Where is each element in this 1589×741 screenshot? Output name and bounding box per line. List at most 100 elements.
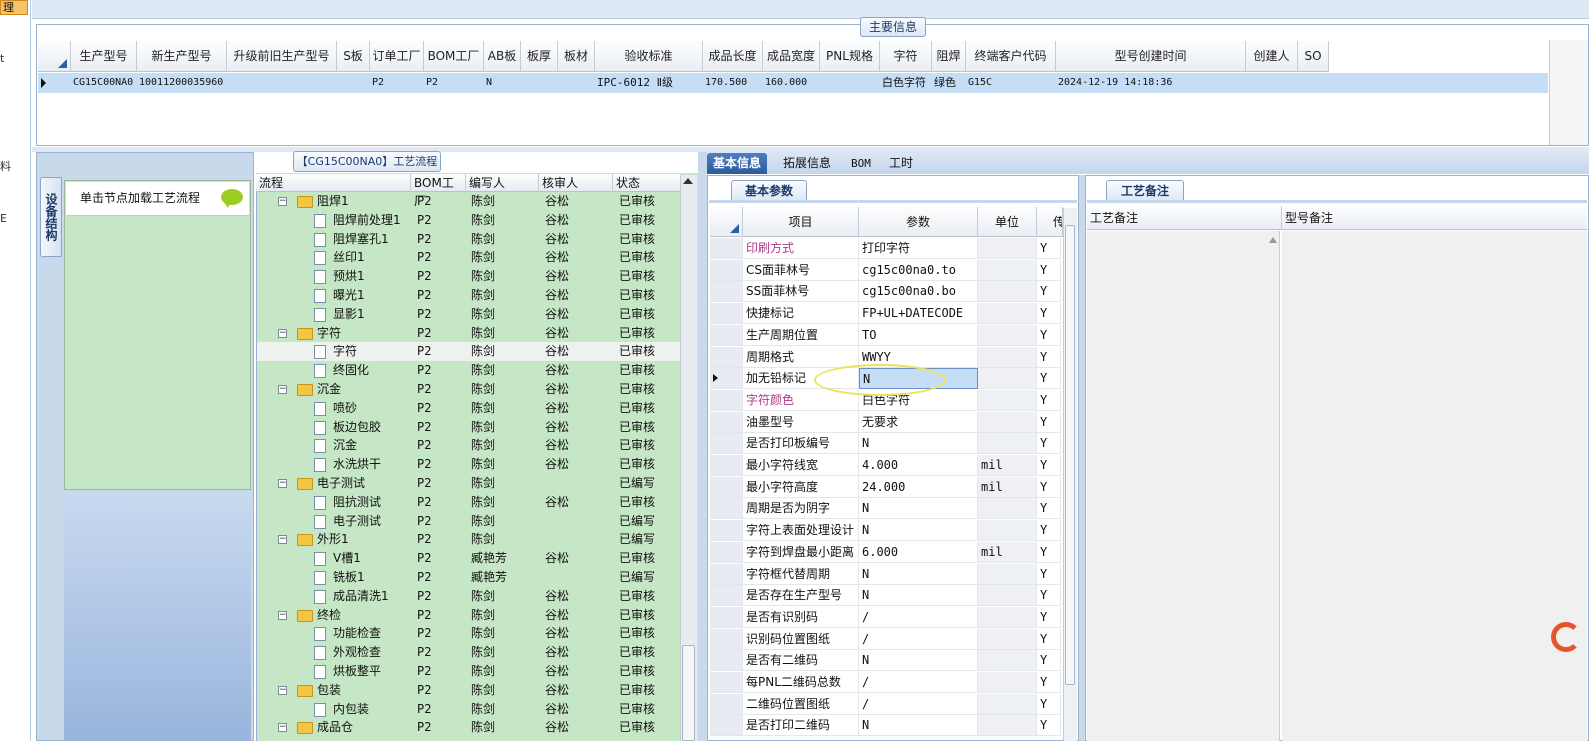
param-row[interactable]: 字符上表面处理设计 N Y (710, 520, 1061, 542)
main-cell-14[interactable]: 绿色 (932, 73, 966, 93)
param-row[interactable]: 识别码位置图纸 / Y (710, 628, 1061, 650)
tree-row[interactable]: 阻焊塞孔1 P2 陈剑 谷松 已审核 (257, 230, 680, 249)
main-cell-15[interactable]: G15C (966, 73, 1056, 93)
collapse-toggle-icon[interactable]: − (278, 685, 287, 695)
param-value[interactable]: N (859, 715, 978, 737)
param-value[interactable]: N (859, 563, 978, 585)
main-col-17[interactable]: 创建人 (1246, 41, 1298, 72)
main-col-6[interactable]: AB板 (484, 41, 521, 72)
collapse-toggle-icon[interactable]: − (278, 535, 287, 545)
main-cell-0[interactable]: CG15C00NA0 (71, 73, 137, 93)
main-col-3[interactable]: S板 (337, 41, 370, 72)
tree-row[interactable]: 字符 P2 陈剑 谷松 已审核 (257, 342, 680, 362)
tab-work-hours[interactable]: 工时 (883, 153, 919, 174)
left-nav-char-1[interactable]: t (0, 52, 4, 65)
tab-basic-info[interactable]: 基本信息 (707, 153, 768, 174)
main-cell-8[interactable] (558, 73, 595, 93)
param-value[interactable]: 4.000 (859, 455, 978, 476)
param-value[interactable]: 无要求 (859, 411, 978, 433)
param-row[interactable]: 是否打印二维码 N Y (710, 715, 1061, 737)
params-scroll-thumb[interactable] (1065, 225, 1075, 685)
param-row[interactable]: 快捷标记 FP+UL+DATECODE Y (710, 303, 1061, 325)
param-row[interactable]: 每PNL二维码总数 / Y (710, 672, 1061, 693)
scroll-up-icon[interactable] (683, 178, 693, 184)
param-row[interactable]: 最小字符高度 24.000 mil Y (710, 476, 1061, 498)
main-cell-13[interactable]: 白色字符 (880, 73, 932, 93)
tree-row[interactable]: 终固化 P2 陈剑 谷松 已审核 (257, 361, 680, 380)
main-col-8[interactable]: 板材 (558, 41, 595, 72)
param-row[interactable]: 周期是否为阴字 N Y (710, 498, 1061, 520)
tree-row[interactable]: 丝印1 P2 陈剑 谷松 已审核 (257, 248, 680, 267)
param-value[interactable]: 24.000 (859, 476, 978, 498)
tree-row[interactable]: 外观检查 P2 陈剑 谷松 已审核 (257, 643, 680, 662)
param-value[interactable]: TO (859, 324, 978, 346)
param-value[interactable]: 6.000 (859, 541, 978, 563)
tree-col-bom[interactable]: BOM工厂 (411, 174, 466, 208)
main-col-1[interactable]: 新生产型号 (137, 41, 227, 72)
notes-col-process[interactable]: 工艺备注 (1087, 206, 1282, 230)
main-col-5[interactable]: BOM工厂 (424, 41, 484, 72)
collapse-toggle-icon[interactable]: − (278, 197, 287, 206)
main-col-14[interactable]: 阻焊 (932, 41, 966, 72)
tree-row[interactable]: − 外形1 P2 陈剑 已编写 (257, 530, 680, 549)
param-value[interactable]: N (859, 520, 978, 542)
collapse-toggle-icon[interactable]: − (278, 385, 287, 394)
tree-row[interactable]: 内包装 P2 陈剑 谷松 已审核 (257, 700, 680, 719)
param-row[interactable]: 最小字符线宽 4.000 mil Y (710, 455, 1061, 476)
param-row[interactable]: 生产周期位置 TO Y (710, 324, 1061, 346)
notes-scroll-up-icon[interactable] (1269, 237, 1277, 243)
main-col-18[interactable]: SO (1298, 41, 1329, 72)
tree-row[interactable]: 水洗烘干 P2 陈剑 谷松 已审核 (257, 455, 680, 474)
tree-row[interactable]: 曝光1 P2 陈剑 谷松 已审核 (257, 286, 680, 305)
main-cell-2[interactable] (227, 73, 337, 93)
main-cell-18[interactable] (1298, 73, 1329, 93)
collapse-toggle-icon[interactable]: − (278, 610, 287, 620)
tree-row[interactable]: 预烘1 P2 陈剑 谷松 已审核 (257, 267, 680, 286)
main-col-10[interactable]: 成品长度 (703, 41, 763, 72)
param-row[interactable]: 字符到焊盘最小距离 6.000 mil Y (710, 541, 1061, 563)
process-notes-field[interactable] (1087, 231, 1280, 741)
param-value[interactable]: / (859, 628, 978, 650)
param-value[interactable]: N (859, 498, 978, 520)
tree-row[interactable]: 电子测试 P2 陈剑 已编写 (257, 512, 680, 531)
tree-row[interactable]: 烘板整平 P2 陈剑 谷松 已审核 (257, 662, 680, 681)
param-value[interactable]: N (859, 433, 978, 455)
collapse-toggle-icon[interactable]: − (278, 328, 287, 338)
param-value[interactable]: N (859, 650, 978, 672)
params-col-unit[interactable]: 单位 (978, 207, 1037, 237)
tree-row[interactable]: 铣板1 P2 臧艳芳 已编写 (257, 568, 680, 587)
model-notes-field[interactable] (1282, 231, 1587, 741)
main-cell-16[interactable]: 2024-12-19 14:18:36 (1056, 73, 1246, 93)
main-cell-9[interactable]: IPC-6012 Ⅱ级 (595, 73, 703, 93)
param-row[interactable]: 是否打印板编号 N Y (710, 433, 1061, 455)
tree-row[interactable]: 显影1 P2 陈剑 谷松 已审核 (257, 305, 680, 324)
process-notes-tab[interactable]: 工艺备注 (1106, 180, 1184, 202)
main-grid-scrollbar[interactable] (1549, 40, 1588, 145)
tree-row[interactable]: − 沉金 P2 陈剑 谷松 已审核 (257, 380, 680, 399)
main-col-2[interactable]: 升级前旧生产型号 (227, 41, 337, 72)
tree-row[interactable]: 功能检查 P2 陈剑 谷松 已审核 (257, 624, 680, 643)
param-value[interactable]: 打印字符 (859, 238, 978, 259)
main-cell-11[interactable]: 160.000 (763, 73, 820, 93)
main-cell-12[interactable] (820, 73, 880, 93)
main-col-13[interactable]: 字符 (880, 41, 932, 72)
param-value[interactable]: cg15c00na0.to (859, 259, 978, 281)
param-value[interactable]: / (859, 693, 978, 715)
left-nav-selected-item[interactable]: 理 (0, 0, 28, 15)
main-cell-10[interactable]: 170.500 (703, 73, 763, 93)
tab-equipment-structure[interactable]: 设备结构 (40, 177, 62, 257)
tree-row[interactable]: 喷砂 P2 陈剑 谷松 已审核 (257, 399, 680, 418)
tree-col-reviewer[interactable]: 核审人 (539, 174, 613, 192)
param-row[interactable]: 油墨型号 无要求 Y (710, 411, 1061, 433)
tree-row[interactable]: − 电子测试 P2 陈剑 已编写 (257, 474, 680, 493)
tree-row[interactable]: 阻焊前处理1 P2 陈剑 谷松 已审核 (257, 211, 680, 230)
param-value[interactable]: / (859, 672, 978, 693)
main-col-16[interactable]: 型号创建时间 (1056, 41, 1246, 72)
param-row[interactable]: 二维码位置图纸 / Y (710, 693, 1061, 715)
main-cell-5[interactable]: P2 (424, 73, 484, 93)
left-nav-char-3[interactable]: E (0, 212, 7, 225)
param-row[interactable]: 是否有识别码 / Y (710, 606, 1061, 628)
tree-col-status[interactable]: 状态 (613, 174, 680, 192)
tree-row[interactable]: 成品清洗1 P2 陈剑 谷松 已审核 (257, 587, 680, 606)
tree-col-flow[interactable]: 流程 (256, 174, 411, 192)
